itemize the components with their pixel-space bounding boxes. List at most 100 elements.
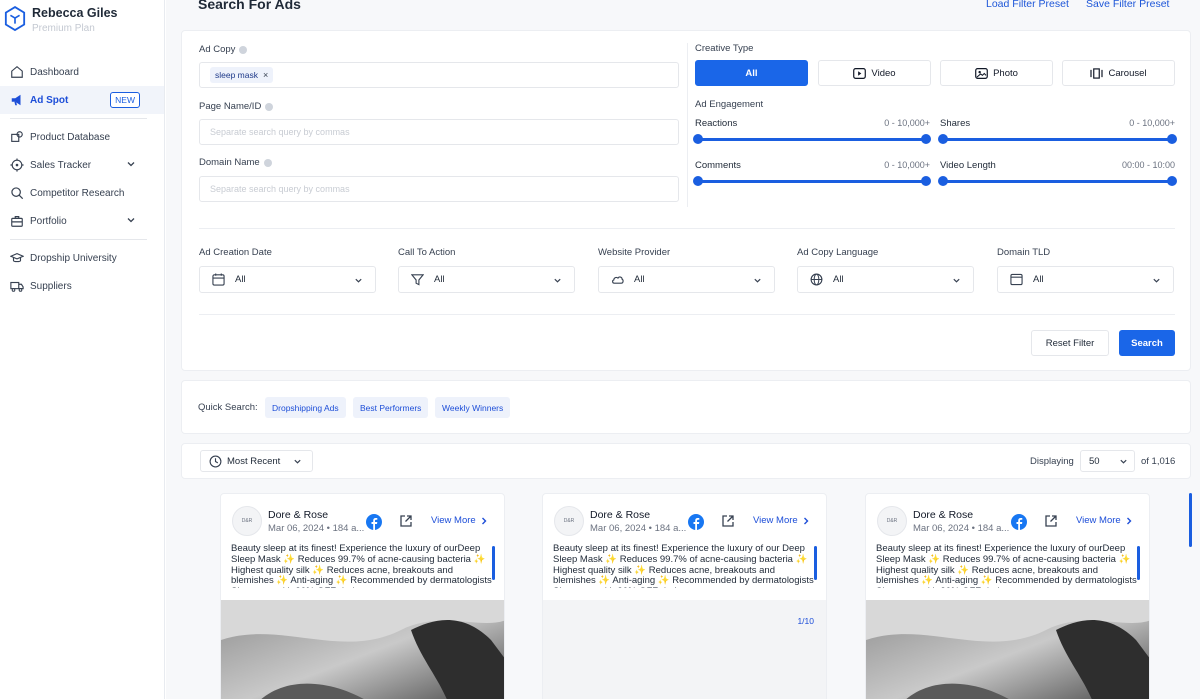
domain-name-input[interactable]: Separate search query by commas — [199, 176, 679, 202]
sidebar-item-competitor-research[interactable]: Competitor Research — [0, 179, 164, 207]
ad-creation-date-select[interactable]: All — [199, 266, 376, 293]
ad-copy-scrollbar[interactable] — [814, 546, 817, 580]
creative-type-video-button[interactable]: Video — [818, 60, 931, 86]
quick-search-best-performers[interactable]: Best Performers — [353, 397, 429, 418]
call-to-action-select[interactable]: All — [398, 266, 575, 293]
advertiser-name[interactable]: Dore & Rose — [913, 509, 973, 521]
creative-type-photo-button[interactable]: Photo — [940, 60, 1053, 86]
quick-search-weekly-winners[interactable]: Weekly Winners — [435, 397, 511, 418]
ad-copy-input[interactable]: sleep mask × — [199, 62, 679, 88]
sidebar-item-label: Ad Spot — [30, 94, 69, 106]
main-content: Search For Ads Load Filter Preset Save F… — [166, 0, 1200, 699]
sidebar-item-ad-spot[interactable]: Ad Spot NEW — [0, 86, 164, 114]
sidebar-item-dashboard[interactable]: Dashboard — [0, 58, 164, 86]
user-profile[interactable]: Rebecca Giles Premium Plan — [4, 2, 117, 34]
shares-slider[interactable] — [938, 134, 1177, 144]
sidebar-item-sales-tracker[interactable]: Sales Tracker — [0, 151, 164, 179]
select-value: All — [833, 274, 844, 285]
page-name-placeholder: Separate search query by commas — [210, 127, 350, 137]
ad-copy-label-text: Ad Copy — [199, 44, 236, 55]
sidebar-item-product-database[interactable]: Product Database — [0, 123, 164, 151]
sidebar-item-label: Sales Tracker — [30, 159, 92, 171]
page-scrollbar[interactable] — [1189, 493, 1192, 547]
load-filter-preset-link[interactable]: Load Filter Preset — [986, 0, 1069, 10]
section-divider — [199, 228, 1175, 229]
briefcase-icon — [11, 216, 23, 227]
ad-media-carousel[interactable] — [543, 600, 826, 699]
external-link-icon[interactable] — [721, 514, 735, 528]
ad-media-image[interactable] — [866, 600, 1150, 699]
ad-card[interactable]: D&R Dore & Rose Mar 06, 2024 • 184 a... … — [865, 493, 1150, 699]
filter-icon — [411, 274, 424, 286]
view-more-link[interactable]: View More — [1076, 515, 1133, 526]
view-more-link[interactable]: View More — [431, 515, 488, 526]
sidebar-item-portfolio[interactable]: Portfolio — [0, 207, 164, 235]
ad-copy-scrollbar[interactable] — [492, 546, 495, 580]
view-more-label: View More — [431, 515, 476, 526]
shares-label: Shares — [940, 118, 971, 129]
slider-handle-min[interactable] — [938, 176, 948, 186]
ad-copy-language-select[interactable]: All — [797, 266, 974, 293]
slider-handle-max[interactable] — [1167, 176, 1177, 186]
advertiser-name[interactable]: Dore & Rose — [590, 509, 650, 521]
slider-handle-min[interactable] — [693, 134, 703, 144]
quick-search-label: Quick Search: — [198, 402, 258, 413]
chevron-down-icon — [1120, 459, 1127, 464]
sidebar-item-suppliers[interactable]: Suppliers — [0, 272, 164, 300]
view-more-link[interactable]: View More — [753, 515, 810, 526]
info-icon — [265, 102, 274, 111]
comments-label: Comments — [695, 160, 741, 171]
slider-handle-max[interactable] — [921, 176, 931, 186]
external-link-icon[interactable] — [1044, 514, 1058, 528]
save-filter-preset-link[interactable]: Save Filter Preset — [1086, 0, 1169, 10]
domain-tld-select[interactable]: All — [997, 266, 1174, 293]
reset-filter-button[interactable]: Reset Filter — [1031, 330, 1109, 356]
slider-handle-max[interactable] — [921, 134, 931, 144]
chip-remove-icon[interactable]: × — [263, 70, 268, 80]
button-label: Photo — [993, 67, 1018, 79]
slider-handle-max[interactable] — [1167, 134, 1177, 144]
ad-media-image[interactable] — [221, 600, 505, 699]
reactions-label: Reactions — [695, 118, 738, 129]
browser-icon — [1010, 273, 1023, 286]
button-label: All — [745, 67, 758, 79]
ad-card[interactable]: D&R Dore & Rose Mar 06, 2024 • 184 a... … — [220, 493, 505, 699]
ad-copy-text: Beauty sleep at its finest! Experience t… — [231, 544, 492, 588]
play-icon — [853, 67, 867, 79]
sort-select[interactable]: Most Recent — [200, 450, 313, 472]
nav-divider — [10, 239, 147, 240]
website-provider-select[interactable]: All — [598, 266, 775, 293]
slider-handle-min[interactable] — [938, 134, 948, 144]
slider-handle-min[interactable] — [693, 176, 703, 186]
info-icon — [263, 158, 272, 167]
creative-type-carousel-button[interactable]: Carousel — [1062, 60, 1175, 86]
globe-icon — [810, 273, 823, 286]
carousel-pager: 1/10 — [797, 616, 814, 626]
advertiser-avatar: D&R — [232, 506, 262, 536]
domain-name-placeholder: Separate search query by commas — [210, 184, 350, 194]
per-page-select[interactable]: 50 — [1080, 450, 1135, 472]
video-length-label: Video Length — [940, 160, 996, 171]
page-name-input[interactable]: Separate search query by commas — [199, 119, 679, 145]
sidebar-item-label: Suppliers — [30, 280, 72, 292]
search-button[interactable]: Search — [1119, 330, 1175, 356]
advertiser-name[interactable]: Dore & Rose — [268, 509, 328, 521]
ad-card[interactable]: D&R Dore & Rose Mar 06, 2024 • 184 a... … — [542, 493, 827, 699]
creative-type-all-button[interactable]: All — [695, 60, 808, 86]
user-name: Rebecca Giles — [32, 6, 118, 20]
button-label: Carousel — [1108, 67, 1147, 79]
chevron-down-icon — [127, 218, 135, 223]
reactions-range: 0 - 10,000+ — [884, 118, 930, 128]
megaphone-icon — [11, 94, 21, 106]
reactions-slider[interactable] — [693, 134, 931, 144]
ad-copy-scrollbar[interactable] — [1137, 546, 1140, 580]
select-value: All — [235, 274, 246, 285]
external-link-icon[interactable] — [399, 514, 413, 528]
comments-slider[interactable] — [693, 176, 931, 186]
sidebar-item-dropship-university[interactable]: Dropship University — [0, 244, 164, 272]
sidebar: Rebecca Giles Premium Plan Dashboard Ad … — [0, 0, 165, 699]
video-length-slider[interactable] — [938, 176, 1177, 186]
cloud-icon — [612, 276, 624, 284]
quick-search-dropshipping-ads[interactable]: Dropshipping Ads — [265, 397, 346, 418]
advertiser-avatar: D&R — [554, 506, 584, 536]
